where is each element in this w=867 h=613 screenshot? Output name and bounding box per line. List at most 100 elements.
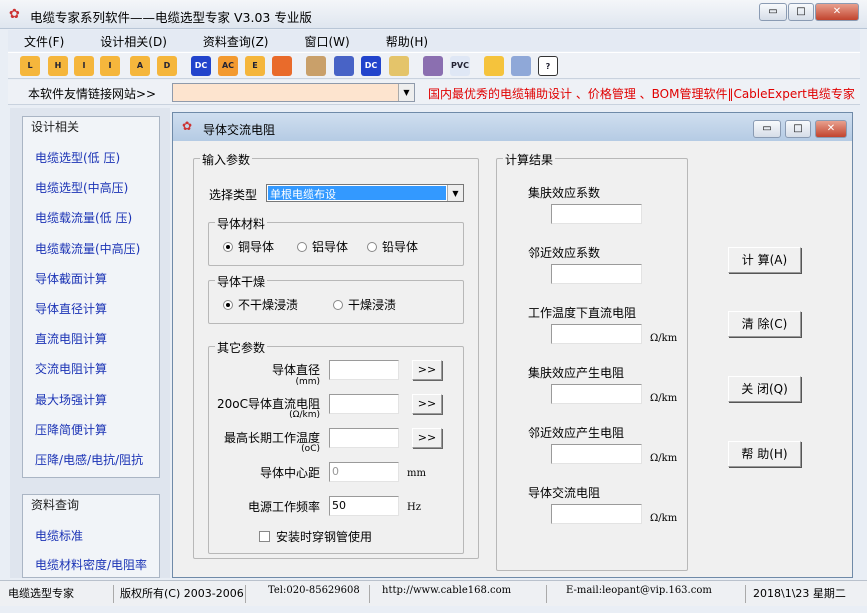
data-header: 资料查询 bbox=[31, 498, 80, 512]
ruler-icon[interactable] bbox=[389, 56, 409, 76]
radio-material-0[interactable]: 铜导体 bbox=[223, 238, 274, 255]
radio-material-1[interactable]: 铝导体 bbox=[297, 238, 348, 255]
result-field[interactable] bbox=[551, 384, 642, 404]
help-button[interactable]: 帮 助(H) bbox=[728, 441, 801, 467]
zoom-h-icon[interactable]: H bbox=[48, 56, 68, 76]
result-label: 集肤效应系数 bbox=[528, 186, 601, 200]
clipboard-icon[interactable] bbox=[306, 56, 326, 76]
dialog-minimize-button[interactable]: ▭ bbox=[753, 120, 781, 138]
calculate-button[interactable]: 计 算(A) bbox=[728, 247, 801, 273]
sidebar-item[interactable]: 电缆材料密度/电阻率 bbox=[35, 556, 147, 573]
result-label: 邻近效应系数 bbox=[528, 246, 601, 260]
minimize-button[interactable]: ▭ bbox=[759, 3, 787, 21]
current-h-icon[interactable]: I bbox=[100, 56, 120, 76]
ad-text[interactable]: 国内最优秀的电缆辅助设计 、价格管理 、BOM管理软件‖CableExpert电… bbox=[428, 85, 855, 102]
link-combo[interactable]: ▼ bbox=[172, 83, 415, 102]
radio-material-2[interactable]: 铅导体 bbox=[367, 238, 418, 255]
design-group: 设计相关 电缆选型(低 压) 电缆选型(中高压) 电缆载流量(低 压) 电缆载流量(中… bbox=[22, 116, 160, 478]
radio-dry-0[interactable]: 不干燥浸渍 bbox=[223, 296, 298, 313]
result-field[interactable] bbox=[551, 264, 642, 284]
menu-design[interactable]: 设计相关(D) bbox=[84, 30, 167, 51]
toolbar: L H I I A D DC AC E DC PVC? bbox=[8, 52, 860, 79]
dropdown-arrow-icon[interactable]: ▼ bbox=[447, 185, 463, 201]
sidebar-item[interactable]: 电缆选型(低 压) bbox=[35, 149, 120, 166]
radio-icon[interactable] bbox=[297, 242, 307, 252]
result-field[interactable] bbox=[551, 204, 642, 224]
status-copyright: 版权所有(C) 2003-2006 bbox=[120, 585, 246, 603]
clear-button[interactable]: 清 除(C) bbox=[728, 311, 801, 337]
dialog-close-button[interactable]: ✕ bbox=[815, 120, 847, 138]
result-unit: Ω/km bbox=[650, 513, 678, 524]
sidebar-item[interactable]: 交流电阻计算 bbox=[35, 360, 107, 377]
window-title: 电缆专家系列软件——电缆选型专家 V3.03 专业版 bbox=[30, 10, 312, 25]
radio-dry-1[interactable]: 干燥浸渍 bbox=[333, 296, 396, 313]
pen-icon[interactable] bbox=[272, 56, 292, 76]
dry-group: 导体干燥 不干燥浸渍 干燥浸渍 bbox=[208, 273, 464, 324]
frequency-input[interactable]: 50 bbox=[329, 496, 399, 516]
status-website[interactable]: http://www.cable168.com bbox=[382, 585, 547, 603]
input-params-group: 输入参数 选择类型 单根电缆布设 ▼ 导体材料 铜导体 铝导体 铅导体 导体干燥 不… bbox=[193, 151, 479, 559]
menu-window[interactable]: 窗口(W) bbox=[288, 30, 349, 51]
type-select[interactable]: 单根电缆布设 ▼ bbox=[266, 184, 464, 202]
sidebar-item[interactable]: 电缆标准 bbox=[35, 527, 83, 544]
material-icon[interactable] bbox=[423, 56, 443, 76]
dialog-window: ✿ 导体交流电阻 ▭ □ ✕ 输入参数 选择类型 单根电缆布设 ▼ 导体材料 铜… bbox=[172, 112, 853, 578]
radio-icon[interactable] bbox=[223, 300, 233, 310]
type-label: 选择类型 bbox=[209, 188, 258, 202]
radio-icon[interactable] bbox=[333, 300, 343, 310]
steel-pipe-checkbox[interactable]: 安装时穿钢管使用 bbox=[259, 528, 372, 545]
maximize-button[interactable]: □ bbox=[788, 3, 814, 21]
network-icon[interactable] bbox=[334, 56, 354, 76]
key-icon[interactable] bbox=[484, 56, 504, 76]
result-field[interactable] bbox=[551, 324, 642, 344]
result-field[interactable] bbox=[551, 504, 642, 524]
checkbox-icon[interactable] bbox=[259, 531, 270, 542]
status-date: 2018\1\23 星期二 bbox=[753, 587, 846, 600]
temperature-input[interactable] bbox=[329, 428, 399, 448]
e-icon[interactable]: E bbox=[245, 56, 265, 76]
dialog-maximize-button[interactable]: □ bbox=[785, 120, 811, 138]
sidebar-item[interactable]: 电缆选型(中高压) bbox=[35, 179, 128, 196]
dc-search-icon[interactable]: DC bbox=[361, 56, 381, 76]
sidebar-item[interactable]: 电缆载流量(低 压) bbox=[35, 209, 132, 226]
sidebar-item[interactable]: 导体截面计算 bbox=[35, 270, 107, 287]
dc-resistance-lookup-button[interactable]: >> bbox=[412, 394, 442, 414]
temperature-lookup-button[interactable]: >> bbox=[412, 428, 442, 448]
book-icon[interactable] bbox=[511, 56, 531, 76]
dropdown-arrow-icon[interactable]: ▼ bbox=[398, 84, 414, 101]
radio-icon[interactable] bbox=[367, 242, 377, 252]
menu-help[interactable]: 帮助(H) bbox=[370, 30, 428, 51]
dc-icon[interactable]: DC bbox=[191, 56, 211, 76]
current-l-icon[interactable]: I bbox=[74, 56, 94, 76]
close-button[interactable]: ✕ bbox=[815, 3, 859, 21]
menu-data[interactable]: 资料查询(Z) bbox=[187, 30, 269, 51]
link-label: 本软件友情链接网站>> bbox=[28, 87, 157, 101]
input-params-header: 输入参数 bbox=[200, 151, 253, 168]
diameter-input[interactable] bbox=[329, 360, 399, 380]
close-dialog-button[interactable]: 关 闭(Q) bbox=[728, 376, 801, 402]
app-logo-icon: ✿ bbox=[9, 7, 20, 22]
dialog-title-bar: ✿ 导体交流电阻 ▭ □ ✕ bbox=[173, 113, 852, 141]
sidebar-item[interactable]: 最大场强计算 bbox=[35, 391, 107, 408]
link-bar: 本软件友情链接网站>> ▼ 国内最优秀的电缆辅助设计 、价格管理 、BOM管理软… bbox=[8, 80, 860, 105]
help-icon[interactable]: ? bbox=[538, 56, 558, 76]
diameter-lookup-button[interactable]: >> bbox=[412, 360, 442, 380]
status-email[interactable]: E-mail:leopant@vip.163.com bbox=[566, 585, 746, 603]
sidebar-item[interactable]: 直流电阻计算 bbox=[35, 330, 107, 347]
a-icon[interactable]: A bbox=[130, 56, 150, 76]
spacing-input[interactable]: 0 bbox=[329, 462, 399, 482]
status-tel: Tel:020-85629608 bbox=[268, 585, 370, 603]
pvc-icon[interactable]: PVC bbox=[450, 56, 470, 76]
sidebar-item[interactable]: 压降/电感/电抗/阻抗 bbox=[35, 451, 143, 468]
ac-icon[interactable]: AC bbox=[218, 56, 238, 76]
sidebar-item[interactable]: 电缆载流量(中高压) bbox=[35, 240, 140, 257]
dc-resistance-input[interactable] bbox=[329, 394, 399, 414]
sidebar-item[interactable]: 导体直径计算 bbox=[35, 300, 107, 317]
zoom-l-icon[interactable]: L bbox=[20, 56, 40, 76]
d-icon[interactable]: D bbox=[157, 56, 177, 76]
radio-icon[interactable] bbox=[223, 242, 233, 252]
sidebar-item[interactable]: 压降简便计算 bbox=[35, 421, 107, 438]
result-field[interactable] bbox=[551, 444, 642, 464]
menu-file[interactable]: 文件(F) bbox=[8, 30, 64, 51]
result-unit: Ω/km bbox=[650, 333, 678, 344]
